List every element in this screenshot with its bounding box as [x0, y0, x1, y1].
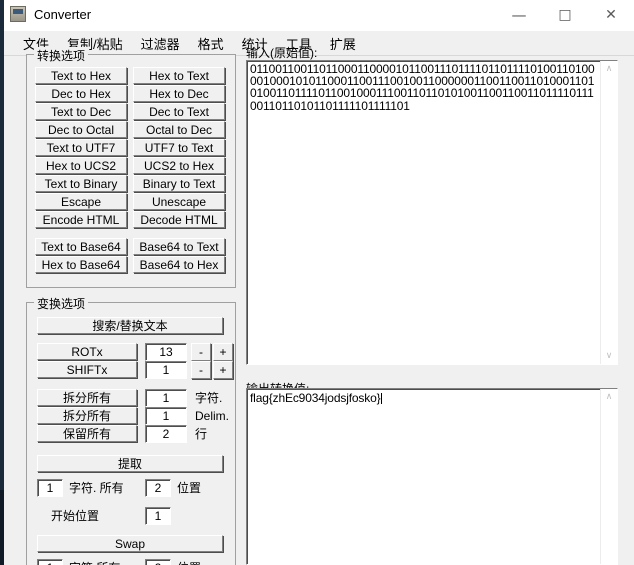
extract-pos-field[interactable]: 2 [145, 479, 171, 497]
split-all-delim-unit: Delim. [195, 409, 230, 423]
maximize-button[interactable]: □ [542, 0, 588, 30]
split-all-chars-field[interactable]: 1 [145, 389, 187, 407]
split-all-chars-unit: 字符. [195, 391, 223, 405]
keep-all-unit: 行 [195, 427, 208, 441]
title-bar: Converter — □ ✕ [4, 0, 634, 31]
shiftx-value-field[interactable]: 1 [145, 361, 187, 379]
conversion-row: Dec to Hex Hex to Dec [35, 85, 225, 102]
minimize-button[interactable]: — [496, 0, 542, 30]
encode-html-button[interactable]: Encode HTML [35, 211, 127, 228]
input-label: 输入(原始值): [246, 46, 318, 60]
rotx-decrement-button[interactable]: - [191, 343, 211, 361]
conversion-row: Text to Base64 Base64 to Text [35, 238, 225, 255]
ucs2-to-hex-button[interactable]: UCS2 to Hex [133, 157, 225, 174]
output-textarea[interactable]: flag{zhEc9034jodsjfosko} ∧ [246, 388, 618, 565]
hex-to-ucs2-button[interactable]: Hex to UCS2 [35, 157, 127, 174]
text-to-dec-button[interactable]: Text to Dec [35, 103, 127, 120]
binary-to-text-button[interactable]: Binary to Text [133, 175, 225, 192]
hex-to-text-button[interactable]: Hex to Text [133, 67, 225, 84]
conversion-options-title: 转换选项 [34, 47, 89, 64]
scroll-up-icon[interactable]: ∧ [601, 389, 617, 405]
conversion-row: Dec to Octal Octal to Dec [35, 121, 225, 138]
split-all-delim-button[interactable]: 拆分所有 [37, 407, 137, 424]
rotx-value-field[interactable]: 13 [145, 343, 187, 361]
input-textarea[interactable]: 0110011001101100011000010110011101111011… [246, 60, 618, 365]
decode-html-button[interactable]: Decode HTML [133, 211, 225, 228]
hex-to-dec-button[interactable]: Hex to Dec [133, 85, 225, 102]
extract-chars-label: 字符. 所有 [69, 481, 124, 495]
menu-filter[interactable]: 过滤器 [132, 32, 189, 55]
start-position-label: 开始位置 [51, 509, 100, 523]
conversion-row: Hex to UCS2 UCS2 to Hex [35, 157, 225, 174]
menu-extensions[interactable]: 扩展 [321, 32, 365, 55]
conversion-row: Encode HTML Decode HTML [35, 211, 225, 228]
transform-options-title: 变换选项 [34, 295, 89, 312]
scroll-down-icon[interactable]: ∨ [601, 348, 617, 364]
rotx-button[interactable]: ROTx [37, 343, 137, 360]
base64-to-text-button[interactable]: Base64 to Text [133, 238, 225, 255]
search-replace-text-button[interactable]: 搜索/替换文本 [37, 317, 223, 334]
start-position-field[interactable]: 1 [145, 507, 171, 525]
rotx-increment-button[interactable]: + [213, 343, 233, 361]
conversion-row: Escape Unescape [35, 193, 225, 210]
shiftx-button[interactable]: SHIFTx [37, 361, 137, 378]
close-button[interactable]: ✕ [588, 0, 634, 30]
conversion-row: Text to Hex Hex to Text [35, 67, 225, 84]
conversion-options-panel: 转换选项 Text to Hex Hex to Text Dec to Hex … [26, 47, 236, 288]
escape-button[interactable]: Escape [35, 193, 127, 210]
converter-window: Converter — □ ✕ 文件 复制/粘贴 过滤器 格式 统计 工具 扩展… [4, 0, 634, 565]
text-to-hex-button[interactable]: Text to Hex [35, 67, 127, 84]
extract-pos-label: 位置 [177, 481, 202, 495]
swap-pos-label: 位置 [177, 560, 201, 565]
swap-chars-label: 字符 所有 [69, 560, 120, 565]
conversion-row: Text to Dec Dec to Text [35, 103, 225, 120]
base64-to-hex-button[interactable]: Base64 to Hex [133, 256, 225, 273]
conversion-row: Text to UTF7 UTF7 to Text [35, 139, 225, 156]
hex-to-base64-button[interactable]: Hex to Base64 [35, 256, 127, 273]
keep-all-field[interactable]: 2 [145, 425, 187, 443]
split-all-chars-button[interactable]: 拆分所有 [37, 389, 137, 406]
conversion-row: Text to Binary Binary to Text [35, 175, 225, 192]
dec-to-text-button[interactable]: Dec to Text [133, 103, 225, 120]
menu-format[interactable]: 格式 [189, 32, 233, 55]
text-to-binary-button[interactable]: Text to Binary [35, 175, 127, 192]
dec-to-octal-button[interactable]: Dec to Octal [35, 121, 127, 138]
split-all-delim-field[interactable]: 1 [145, 407, 187, 425]
maximize-icon: □ [558, 7, 572, 23]
dec-to-hex-button[interactable]: Dec to Hex [35, 85, 127, 102]
octal-to-dec-button[interactable]: Octal to Dec [133, 121, 225, 138]
text-to-utf7-button[interactable]: Text to UTF7 [35, 139, 127, 156]
swap-pos-field[interactable]: 2 [145, 559, 171, 565]
window-title: Converter [34, 7, 92, 22]
menu-bar: 文件 复制/粘贴 过滤器 格式 统计 工具 扩展 [4, 31, 634, 56]
output-text-content: flag{zhEc9034jodsjfosko} [250, 392, 599, 404]
output-scrollbar[interactable]: ∧ [600, 389, 617, 564]
conversion-row: Hex to Base64 Base64 to Hex [35, 256, 225, 273]
scroll-up-icon[interactable]: ∧ [601, 61, 617, 77]
calculator-icon [10, 6, 26, 22]
input-text-content: 0110011001101100011000010110011101111011… [250, 62, 595, 113]
minimize-icon: — [511, 6, 527, 24]
extract-chars-field[interactable]: 1 [37, 479, 63, 497]
shiftx-decrement-button[interactable]: - [191, 361, 211, 379]
unescape-button[interactable]: Unescape [133, 193, 225, 210]
swap-chars-field[interactable]: 1 [37, 559, 63, 565]
input-scrollbar[interactable]: ∧ ∨ [600, 61, 617, 364]
shiftx-increment-button[interactable]: + [213, 361, 233, 379]
keep-all-button[interactable]: 保留所有 [37, 425, 137, 442]
text-to-base64-button[interactable]: Text to Base64 [35, 238, 127, 255]
utf7-to-text-button[interactable]: UTF7 to Text [133, 139, 225, 156]
transform-options-panel: 变换选项 搜索/替换文本 ROTx 13 - + SHIFTx 1 - + 拆分… [26, 295, 236, 565]
swap-button[interactable]: Swap [37, 535, 223, 552]
extract-button[interactable]: 提取 [37, 455, 223, 472]
close-icon: ✕ [605, 7, 617, 23]
